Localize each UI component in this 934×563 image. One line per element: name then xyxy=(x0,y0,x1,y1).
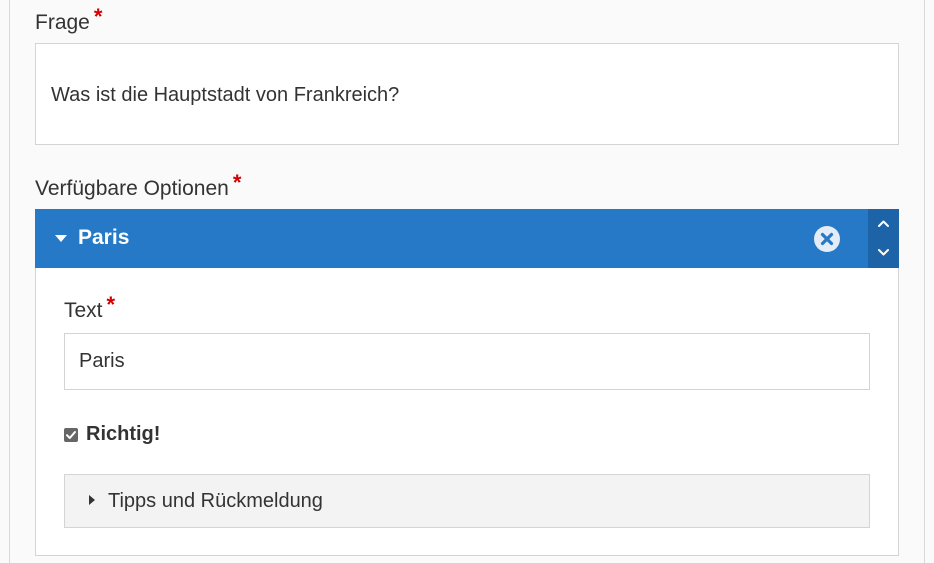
move-down-button[interactable] xyxy=(868,239,899,268)
option-title[interactable]: Paris xyxy=(78,226,129,250)
checkbox-checked-icon[interactable] xyxy=(64,427,78,442)
circle-x-icon xyxy=(820,232,834,246)
options-label-text: Verfügbare Optionen xyxy=(35,177,229,200)
tips-feedback-toggle[interactable]: Tipps und Rückmeldung xyxy=(64,474,870,528)
option-header-paris[interactable]: Paris xyxy=(35,209,899,268)
chevron-up-icon xyxy=(878,220,889,227)
caret-right-icon xyxy=(89,495,95,505)
correct-checkbox-label[interactable]: Richtig! xyxy=(86,423,160,446)
correct-checkbox-row[interactable]: Richtig! xyxy=(64,423,160,446)
reorder-controls xyxy=(868,209,899,268)
chevron-down-icon xyxy=(878,249,889,256)
question-required-mark: * xyxy=(93,4,103,29)
text-label: Text * xyxy=(64,292,115,323)
option-body-paris: Text * Paris Richtig! Tipps und Rückmeldu… xyxy=(35,268,899,556)
move-up-button[interactable] xyxy=(868,209,899,238)
options-label: Verfügbare Optionen * xyxy=(35,170,241,201)
checkmark-icon xyxy=(66,430,76,439)
text-required-mark: * xyxy=(106,292,116,317)
option-text-input[interactable]: Paris xyxy=(64,333,870,390)
question-input[interactable]: Was ist die Hauptstadt von Frankreich? xyxy=(35,43,899,145)
remove-option-button[interactable] xyxy=(814,226,840,252)
caret-down-icon[interactable] xyxy=(55,235,67,242)
question-label: Frage * xyxy=(35,4,102,35)
question-input-value: Was ist die Hauptstadt von Frankreich? xyxy=(51,84,400,106)
page: Frage * Was ist die Hauptstadt von Frankr… xyxy=(0,0,934,563)
tips-feedback-label: Tipps und Rückmeldung xyxy=(108,490,323,512)
options-required-mark: * xyxy=(232,170,242,195)
text-label-text: Text xyxy=(64,299,103,322)
question-label-text: Frage xyxy=(35,11,90,34)
